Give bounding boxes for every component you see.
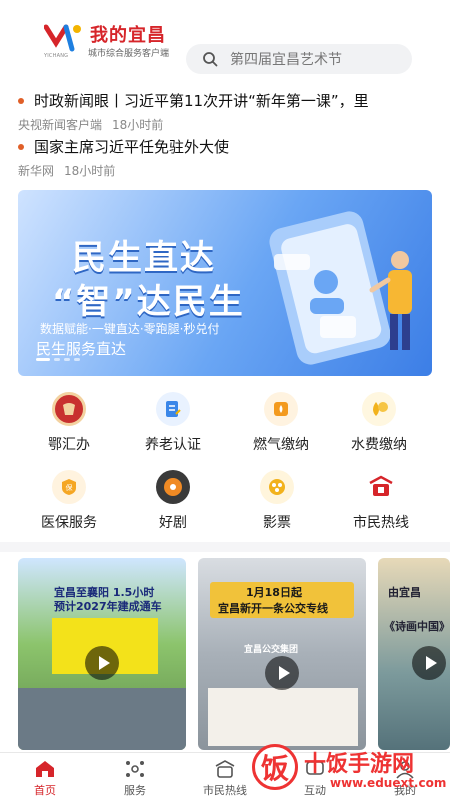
brand-subtitle: 城市综合服务客户端 <box>88 49 170 59</box>
medical-insurance-icon: 保 <box>52 470 86 504</box>
news-title: 国家主席习近平任免驻外大使 <box>34 138 230 156</box>
banner-tagline: 数据赋能·一键直达·零跑腿·秒兑付 <box>40 322 220 336</box>
banner-footer: 民生服务直达 <box>36 340 127 358</box>
services-icon <box>126 761 144 777</box>
home-icon <box>36 761 54 777</box>
service-label: 鄂汇办 <box>48 437 90 453</box>
drama-icon <box>156 470 190 504</box>
service-movie-ticket[interactable]: 影票 <box>222 470 332 532</box>
service-label: 养老认证 <box>145 437 201 453</box>
watermark-logo: 饭 <box>252 744 298 790</box>
video-subtitle: 《诗画中国》 <box>384 620 450 633</box>
video-title: 由宜昌 <box>388 586 421 599</box>
video-card[interactable]: 宜昌至襄阳 1.5小时 预计2027年建成通车 <box>18 558 186 750</box>
tab-services[interactable]: 服务 <box>90 753 180 800</box>
brand-title: 我的宜昌 <box>90 25 166 46</box>
bullet-icon <box>18 143 24 150</box>
service-label: 燃气缴纳 <box>253 437 309 453</box>
video-road <box>18 688 186 750</box>
water-icon <box>362 392 396 426</box>
news-source: 新华网 <box>18 164 55 178</box>
gas-icon <box>264 392 298 426</box>
service-e-hui-ban[interactable]: 鄂汇办 <box>14 392 124 454</box>
video-subtitle: 宜昌新开一条公交专线 <box>218 602 328 615</box>
svg-text:保: 保 <box>66 483 73 492</box>
news-time: 18小时前 <box>64 164 116 178</box>
tab-label: 服务 <box>124 784 146 797</box>
movie-ticket-icon <box>260 470 294 504</box>
service-gas[interactable]: 燃气缴纳 <box>226 392 336 454</box>
service-pension-auth[interactable]: 养老认证 <box>118 392 228 454</box>
service-drama[interactable]: 好剧 <box>118 470 228 532</box>
service-label: 医保服务 <box>41 515 97 531</box>
banner-illustration <box>269 211 412 365</box>
hotline-icon <box>215 760 235 778</box>
carousel-dot <box>64 358 70 361</box>
news-item[interactable]: 时政新闻眼丨习近平第11次开讲“新年第一课”，里 央视新闻客户端 18小时前 <box>18 90 450 133</box>
tab-home[interactable]: 首页 <box>0 753 90 800</box>
video-map <box>208 688 358 746</box>
service-label: 市民热线 <box>353 515 409 531</box>
tab-label: 市民热线 <box>203 784 247 797</box>
e-hui-ban-icon <box>52 392 86 426</box>
section-divider <box>0 542 450 552</box>
banner-headline-2: “智”达民生 <box>52 282 245 322</box>
service-label: 好剧 <box>159 515 187 531</box>
video-title: 1月18日起 <box>246 586 302 599</box>
service-medical-insurance[interactable]: 保 医保服务 <box>14 470 124 532</box>
service-hotline[interactable]: 市民热线 <box>326 470 436 532</box>
carousel-indicator <box>36 358 80 361</box>
play-icon[interactable] <box>85 646 119 680</box>
bullet-icon <box>18 97 24 104</box>
tab-label: 首页 <box>34 784 56 797</box>
app-logo: YICHANG 我的宜昌 城市综合服务客户端 <box>44 21 184 61</box>
banner-headline: 民生直达 <box>72 238 216 278</box>
video-extra: 宜昌公交集团 <box>244 645 299 655</box>
news-time: 18小时前 <box>112 118 164 132</box>
pension-auth-icon <box>156 392 190 426</box>
video-card[interactable]: 由宜昌 《诗画中国》 <box>378 558 450 750</box>
logo-mark-icon <box>44 24 81 52</box>
play-icon[interactable] <box>412 646 446 680</box>
service-label: 水费缴纳 <box>351 437 407 453</box>
app-header: YICHANG 我的宜昌 城市综合服务客户端 第四届宜昌艺术节 <box>0 0 450 82</box>
service-water[interactable]: 水费缴纳 <box>324 392 434 454</box>
search-icon <box>203 52 218 67</box>
site-watermark: 饭 十饭手游网 www.eduext.com <box>246 740 450 800</box>
search-input[interactable]: 第四届宜昌艺术节 <box>186 44 412 74</box>
news-item[interactable]: 国家主席习近平任免驻外大使 新华网 18小时前 <box>18 136 450 179</box>
watermark-url: www.eduext.com <box>330 776 447 790</box>
video-subtitle: 预计2027年建成通车 <box>54 600 162 613</box>
service-label: 影票 <box>263 515 291 531</box>
play-icon[interactable] <box>265 656 299 690</box>
brand-en: YICHANG <box>44 53 69 59</box>
carousel-dot <box>74 358 80 361</box>
watermark-name: 十饭手游网 <box>304 752 415 777</box>
carousel-dot <box>54 358 60 361</box>
carousel-dot <box>36 358 50 361</box>
search-placeholder: 第四届宜昌艺术节 <box>230 52 342 68</box>
news-title: 时政新闻眼丨习近平第11次开讲“新年第一课”，里 <box>34 92 369 110</box>
hotline-icon <box>364 470 398 504</box>
news-source: 央视新闻客户端 <box>18 118 103 132</box>
video-card[interactable]: 1月18日起 宜昌新开一条公交专线 宜昌公交集团 <box>198 558 366 750</box>
banner-carousel[interactable]: 民生直达 “智”达民生 数据赋能·一键直达·零跑腿·秒兑付 民生服务直达 <box>18 190 432 376</box>
